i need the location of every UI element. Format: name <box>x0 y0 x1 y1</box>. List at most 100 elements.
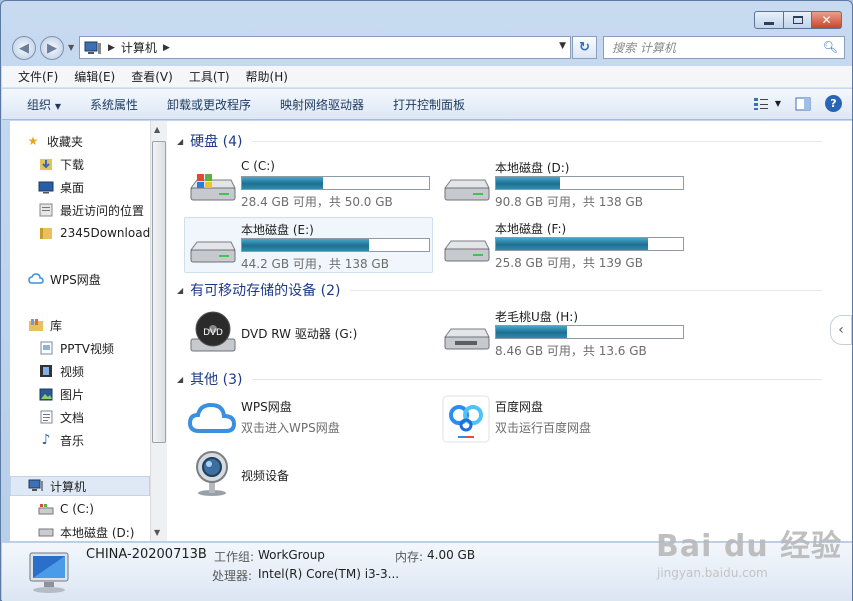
menu-bar: 文件(F) 编辑(E) 查看(V) 工具(T) 帮助(H) <box>2 66 852 88</box>
item-wps-cloud[interactable]: WPS网盘 双击进入WPS网盘 <box>185 395 435 445</box>
drive-name: 老毛桃U盘 (H:) <box>495 310 579 324</box>
sidebar-item-downloads[interactable]: 下载 <box>38 154 150 174</box>
collapse-triangle-icon[interactable]: ◢ <box>177 375 183 384</box>
group-header-other[interactable]: ◢ 其他 (3) <box>177 369 822 389</box>
sidebar-item-pictures[interactable]: 图片 <box>38 384 150 404</box>
sidebar-item-label: 库 <box>50 318 63 333</box>
sidebar-item-library[interactable]: 库 <box>28 315 150 335</box>
music-note-icon: ♪ <box>41 432 51 448</box>
sidebar-item-label: PPTV视频 <box>60 341 115 356</box>
search-icon[interactable]: 🔍︎ <box>823 40 838 54</box>
collapse-triangle-icon[interactable]: ◢ <box>177 286 183 295</box>
memory-value: 4.00 GB <box>427 548 476 562</box>
content-pane: ◢ 硬盘 (4) C (C:) 28.4 GB 可用，共 50.0 GB 本地磁 <box>167 121 852 541</box>
drive-space-info: 90.8 GB 可用，共 138 GB <box>495 195 643 209</box>
drive-d[interactable]: 本地磁盘 (D:) 90.8 GB 可用，共 138 GB <box>439 156 689 212</box>
drive-c[interactable]: C (C:) 28.4 GB 可用，共 50.0 GB <box>185 156 435 212</box>
menu-file[interactable]: 文件(F) <box>18 68 58 85</box>
drive-usage-bar <box>495 176 684 190</box>
view-controls: ▼ ? <box>753 95 842 112</box>
hard-drive-icon <box>444 179 490 201</box>
sidebar-item-label: 计算机 <box>50 479 87 494</box>
open-control-panel-button[interactable]: 打开控制面板 <box>393 96 465 113</box>
breadcrumb-separator-icon[interactable]: ▶ <box>163 43 170 53</box>
sidebar-item-recent-places[interactable]: 最近访问的位置 <box>38 200 150 220</box>
search-input[interactable]: 搜索 计算机 🔍︎ <box>603 36 845 59</box>
item-subtitle: 双击进入WPS网盘 <box>241 421 340 435</box>
group-title: 硬盘 (4) <box>190 134 243 150</box>
sidebar-item-videos[interactable]: 视频 <box>38 361 150 381</box>
wps-cloud-icon <box>187 402 237 433</box>
sidebar-item-drive-c[interactable]: C (C:) <box>38 499 150 519</box>
computer-name: CHINA-20200713B <box>86 547 207 562</box>
menu-tools[interactable]: 工具(T) <box>189 68 230 85</box>
item-name: 视频设备 <box>241 469 290 483</box>
breadcrumb-computer[interactable]: 计算机 <box>121 39 157 56</box>
sidebar-item-wps-cloud[interactable]: WPS网盘 <box>28 269 150 289</box>
sidebar-item-label: 文档 <box>60 410 85 425</box>
drive-h-usb[interactable]: 老毛桃U盘 (H:) 8.46 GB 可用，共 13.6 GB <box>439 305 689 361</box>
workgroup-label: 工作组: <box>214 550 255 564</box>
organize-label: 组织 <box>27 97 52 112</box>
sidebar-item-favorites[interactable]: ★ 收藏夹 <box>25 131 150 151</box>
computer-large-icon <box>29 552 69 593</box>
group-header-removable[interactable]: ◢ 有可移动存储的设备 (2) <box>177 280 822 300</box>
menu-edit[interactable]: 编辑(E) <box>74 68 115 85</box>
cpu-label: 处理器: <box>212 569 253 583</box>
sidebar-item-label: 最近访问的位置 <box>60 203 145 218</box>
preview-pane-icon[interactable] <box>795 97 811 111</box>
drive-g-dvd[interactable]: DVD DVD RW 驱动器 (G:) <box>185 305 435 361</box>
sidebar-item-pptv-video[interactable]: PPTV视频 <box>38 338 150 358</box>
sidebar-item-desktop[interactable]: 桌面 <box>38 177 150 197</box>
back-button[interactable]: ◀ <box>12 36 36 60</box>
desktop-icon <box>38 180 54 194</box>
sidebar-item-drive-d[interactable]: 本地磁盘 (D:) <box>38 522 150 541</box>
item-name: WPS网盘 <box>241 400 292 414</box>
sidebar-item-label: 2345Downloads <box>60 226 150 240</box>
drive-name: DVD RW 驱动器 (G:) <box>241 327 358 341</box>
sidebar-scrollbar[interactable]: ▲ ▼ <box>150 121 167 541</box>
organize-button[interactable]: 组织 ▼ <box>27 96 61 113</box>
map-network-drive-button[interactable]: 映射网络驱动器 <box>280 96 364 113</box>
sidebar-item-computer[interactable]: 计算机 <box>10 476 150 496</box>
change-view-button[interactable]: ▼ <box>753 97 781 111</box>
breadcrumb-separator-icon[interactable]: ▶ <box>108 43 115 53</box>
sidebar-item-2345downloads[interactable]: 2345Downloads <box>38 223 150 243</box>
downloads-folder-icon <box>38 157 54 171</box>
hard-drive-icon <box>38 525 54 539</box>
uninstall-program-button[interactable]: 卸载或更改程序 <box>167 96 251 113</box>
collapse-pane-button[interactable]: ‹ <box>830 315 852 345</box>
item-video-device[interactable]: 视频设备 <box>185 449 435 501</box>
help-icon[interactable]: ? <box>825 95 842 112</box>
computer-icon <box>28 479 44 493</box>
forward-button[interactable]: ▶ <box>40 36 64 60</box>
group-header-hard-disks[interactable]: ◢ 硬盘 (4) <box>177 131 822 151</box>
maximize-button[interactable] <box>784 11 812 29</box>
minimize-button[interactable] <box>754 11 784 29</box>
system-properties-button[interactable]: 系统属性 <box>90 96 138 113</box>
item-name: 百度网盘 <box>495 400 544 414</box>
address-bar[interactable]: ▶ 计算机 ▶ ▼ <box>79 36 571 59</box>
drive-f[interactable]: 本地磁盘 (F:) 25.8 GB 可用，共 139 GB <box>439 217 689 273</box>
item-baidu-netdisk[interactable]: 百度网盘 双击运行百度网盘 <box>439 395 689 445</box>
scroll-down-icon[interactable]: ▼ <box>154 528 160 537</box>
sidebar-item-label: C (C:) <box>60 502 94 516</box>
menu-view[interactable]: 查看(V) <box>131 68 173 85</box>
refresh-button[interactable]: ↻ <box>572 36 597 59</box>
menu-help[interactable]: 帮助(H) <box>246 68 288 85</box>
address-row: ◀ ▶ ▼ ▶ 计算机 ▶ ▼ ↻ 搜索 计算机 🔍︎ <box>1 33 853 63</box>
windows-drive-icon <box>190 174 236 201</box>
recent-pages-dropdown-icon[interactable]: ▼ <box>68 43 74 52</box>
address-dropdown-icon[interactable]: ▼ <box>559 41 566 51</box>
minimize-icon <box>764 21 774 25</box>
scrollbar-thumb[interactable] <box>152 141 166 443</box>
drive-e[interactable]: 本地磁盘 (E:) 44.2 GB 可用，共 138 GB <box>184 217 433 273</box>
collapse-triangle-icon[interactable]: ◢ <box>177 137 183 146</box>
baidu-watermark: Bai du 经验 <box>656 529 843 564</box>
sidebar-item-music[interactable]: ♪ 音乐 <box>38 430 150 450</box>
sidebar-item-documents[interactable]: 文档 <box>38 407 150 427</box>
scroll-up-icon[interactable]: ▲ <box>154 125 160 134</box>
memory-label: 内存: <box>395 550 424 564</box>
close-button[interactable]: ✕ <box>812 11 842 29</box>
baidu-netdisk-icon <box>442 395 490 443</box>
